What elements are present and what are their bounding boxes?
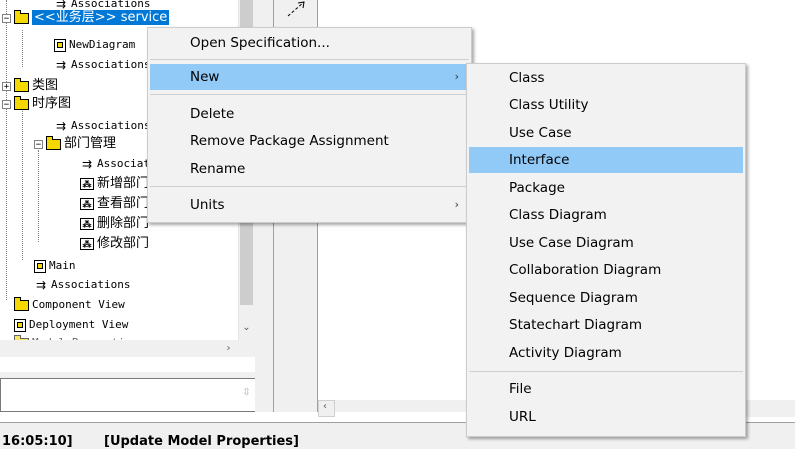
expand-toggle[interactable]: + (2, 82, 11, 92)
tree-item-component-view[interactable]: Component View (14, 296, 125, 314)
menu-separator (469, 371, 743, 372)
tree-item-sequence-diagrams[interactable]: 时序图 (14, 95, 71, 113)
folder-icon (14, 77, 29, 92)
collapse-toggle[interactable]: − (2, 100, 11, 110)
tree-item-associations[interactable]: ⇉ Associations (54, 56, 151, 74)
submenu-item-class[interactable]: Class (469, 65, 743, 91)
submenu-item-package[interactable]: Package (469, 175, 743, 201)
tree-item-sequence-diagram[interactable]: ⁂ 新增部门 (80, 175, 149, 193)
tree-item-sequence-diagram[interactable]: ⁂ 查看部门 (80, 195, 149, 213)
submenu-item-interface[interactable]: Interface (469, 147, 743, 173)
menu-separator (150, 186, 469, 187)
collapse-toggle[interactable]: − (34, 140, 43, 150)
collapse-toggle[interactable]: − (2, 14, 11, 24)
scroll-right-arrow-icon[interactable]: › (220, 343, 237, 354)
submenu-item-use-case-diagram[interactable]: Use Case Diagram (469, 230, 743, 256)
sequence-diagram-icon: ⁂ (80, 198, 94, 210)
tree-horizontal-scrollbar[interactable] (0, 340, 255, 357)
sequence-diagram-icon: ⁂ (80, 178, 94, 190)
submenu-item-class-diagram[interactable]: Class Diagram (469, 202, 743, 228)
menu-item-new[interactable]: New › (150, 64, 469, 90)
associations-icon: ⇉ (55, 119, 67, 133)
submenu-item-file[interactable]: File (469, 376, 743, 402)
menu-item-rename[interactable]: Rename (150, 156, 469, 182)
folder-icon (46, 135, 61, 150)
tree-item-associations[interactable]: ⇉ Associations (34, 276, 131, 294)
dependency-tool-icon[interactable] (284, 0, 324, 20)
sequence-diagram-icon: ⁂ (80, 238, 94, 250)
tree-item-service-package[interactable]: <<业务层>> service (14, 9, 170, 27)
diagram-scrollbar[interactable] (318, 400, 478, 412)
menu-item-delete[interactable]: Delete (150, 101, 469, 127)
tree-item-department-package[interactable]: 部门管理 (46, 135, 116, 153)
class-diagram-icon (34, 259, 46, 273)
diagram-scrollbar-right[interactable] (740, 400, 795, 417)
log-message: [Update Model Properties] (104, 434, 299, 449)
submenu-item-sequence-diagram[interactable]: Sequence Diagram (469, 285, 743, 311)
deployment-diagram-icon (14, 318, 26, 332)
tree-item-associations[interactable]: ⇉ Associations (54, 117, 151, 135)
folder-icon (14, 95, 29, 110)
menu-separator (150, 94, 469, 95)
associations-icon: ⇉ (55, 58, 67, 72)
scroll-left-button[interactable]: ‹ (318, 400, 335, 417)
scroll-down-arrow-icon[interactable]: ⌄ (238, 322, 255, 333)
menu-item-open-specification[interactable]: Open Specification... (150, 30, 469, 56)
folder-icon (14, 9, 29, 24)
folder-icon (14, 296, 29, 311)
log-time: 16:05:10] (2, 434, 73, 449)
submenu-item-activity-diagram[interactable]: Activity Diagram (469, 340, 743, 366)
sequence-diagram-icon: ⁂ (80, 218, 94, 230)
submenu-item-class-utility[interactable]: Class Utility (469, 92, 743, 118)
tree-connector (38, 150, 39, 242)
menu-item-units[interactable]: Units › (150, 192, 469, 218)
tree-item-sequence-diagram[interactable]: ⁂ 修改部门 (80, 235, 149, 253)
submenu-item-statechart-diagram[interactable]: Statechart Diagram (469, 312, 743, 338)
tree-item-main-diagram[interactable]: Main (34, 257, 76, 275)
doc-scroll-arrows-icon[interactable]: ⇳ (238, 387, 255, 398)
associations-icon: ⇉ (35, 278, 47, 292)
submenu-arrow-icon: › (454, 70, 459, 83)
associations-icon: ⇉ (81, 157, 93, 171)
scroll-left-arrow-icon: ‹ (323, 401, 327, 412)
tree-connector (6, 0, 7, 300)
tree-item-newdiagram[interactable]: NewDiagram (54, 36, 135, 54)
menu-item-remove-package-assignment[interactable]: Remove Package Assignment (150, 128, 469, 154)
tree-connector (22, 30, 23, 67)
context-menu: Open Specification... New › Delete Remov… (147, 27, 472, 223)
new-submenu: Class Class Utility Use Case Interface P… (466, 63, 746, 437)
submenu-item-collaboration-diagram[interactable]: Collaboration Diagram (469, 257, 743, 283)
tree-item-deployment-view[interactable]: Deployment View (14, 316, 128, 334)
submenu-arrow-icon: › (454, 198, 459, 211)
tree-item-sequence-diagram[interactable]: ⁂ 删除部门 (80, 215, 149, 233)
documentation-field[interactable] (0, 378, 258, 412)
submenu-item-use-case[interactable]: Use Case (469, 120, 743, 146)
class-diagram-icon (54, 38, 66, 52)
submenu-item-url[interactable]: URL (469, 404, 743, 430)
tree-item-class-diagrams[interactable]: 类图 (14, 77, 58, 95)
menu-separator (150, 59, 469, 60)
tree-connector (22, 108, 23, 260)
